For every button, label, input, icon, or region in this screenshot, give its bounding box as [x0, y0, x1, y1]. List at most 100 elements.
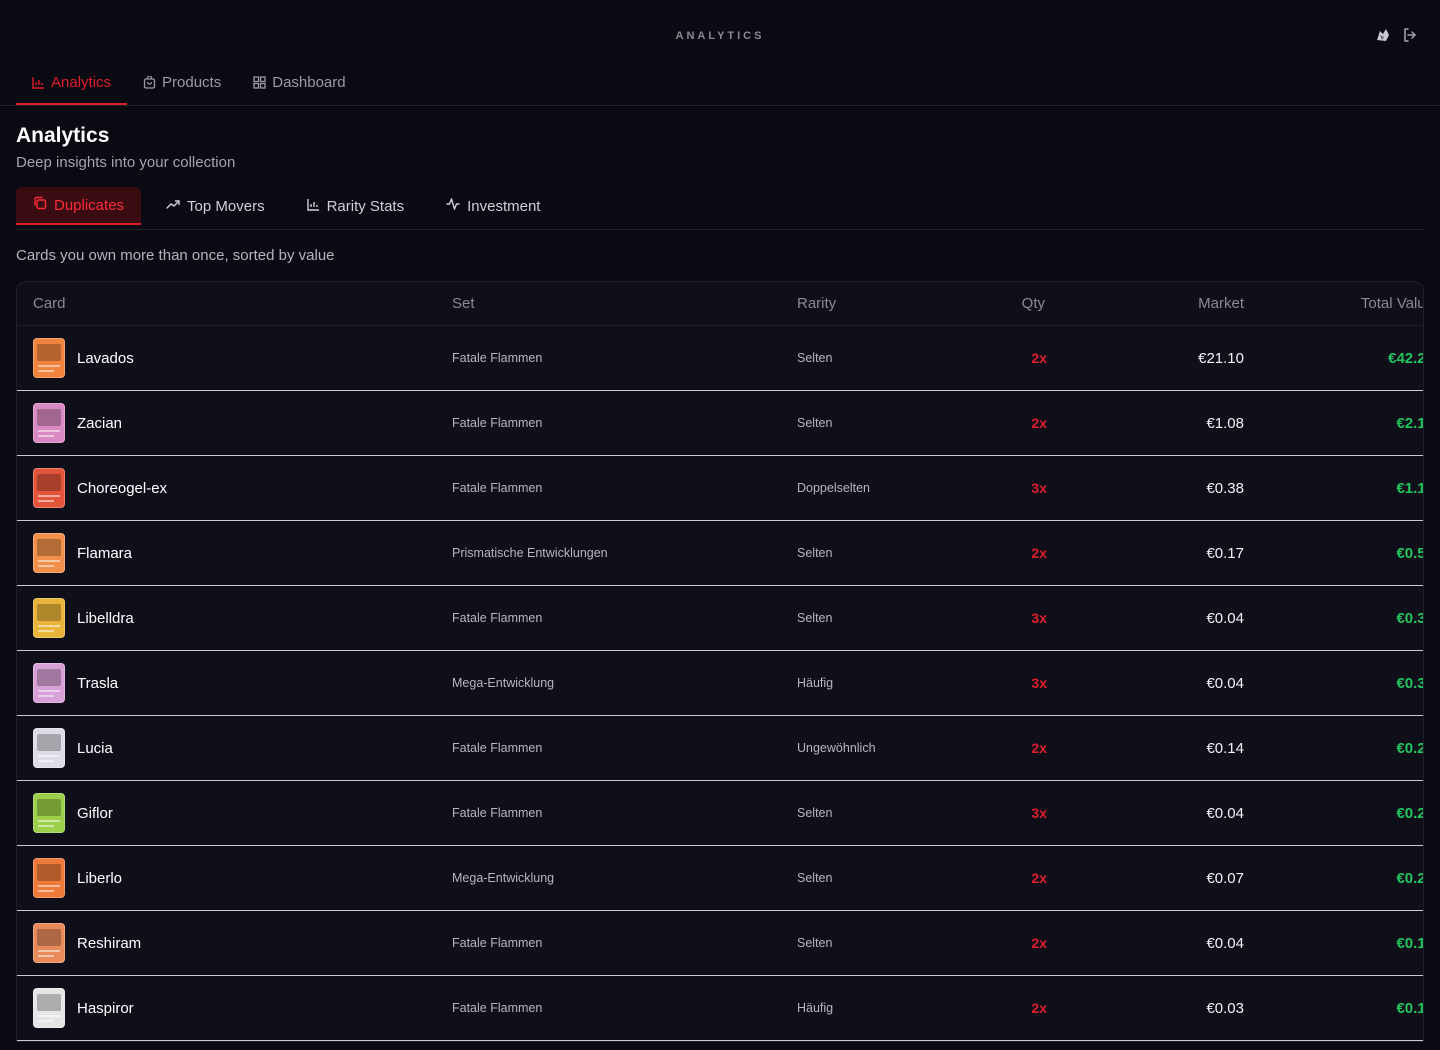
card-rarity: Selten: [797, 416, 833, 430]
table-header: Card Set Rarity Qty Market Total Value: [17, 282, 1423, 326]
card-thumbnail: [33, 858, 65, 898]
subtab-label: Duplicates: [54, 196, 125, 214]
table-row[interactable]: Libelldra Fatale Flammen Selten 3x €0.04 €0.3…: [17, 586, 1423, 651]
card-thumbnail: [33, 988, 65, 1028]
activity-icon: [446, 197, 460, 215]
analytics-subtabs: Duplicates Top Movers Rarity Stats Inves…: [16, 187, 1424, 230]
card-market-price: €0.04: [1206, 934, 1244, 952]
table-row[interactable]: Zacian Fatale Flammen Selten 2x €1.08 €2.16: [17, 391, 1423, 456]
card-thumbnail: [33, 923, 65, 963]
card-market-price: €1.08: [1206, 414, 1244, 432]
card-cell: Flamara: [33, 533, 452, 573]
card-total-value: €1.14: [1396, 479, 1423, 497]
table-row[interactable]: Liberlo Mega-Entwicklung Selten 2x €0.07 €0.2…: [17, 846, 1423, 911]
card-set: Fatale Flammen: [452, 1001, 543, 1015]
card-quantity: 3x: [1031, 480, 1047, 496]
card-cell: Lucia: [33, 728, 452, 768]
card-name: Choreogel-ex: [77, 479, 168, 497]
card-cell: Trasla: [33, 663, 452, 703]
table-body: Lavados Fatale Flammen Selten 2x €21.10 €42.2…: [17, 326, 1423, 1041]
table-row[interactable]: Giflor Fatale Flammen Selten 3x €0.04 €0.27: [17, 781, 1423, 846]
subtab-rarity-stats[interactable]: Rarity Stats: [290, 187, 422, 225]
card-cell: Libelldra: [33, 598, 452, 638]
nav-tab-products[interactable]: Products: [127, 61, 237, 105]
card-market-price: €0.14: [1206, 739, 1244, 757]
card-rarity: Selten: [797, 351, 833, 365]
card-name: Reshiram: [77, 934, 142, 952]
logout-icon[interactable]: [1402, 27, 1418, 43]
card-rarity: Häufig: [797, 1001, 834, 1015]
card-total-value: €0.33: [1396, 609, 1423, 627]
card-set: Fatale Flammen: [452, 351, 543, 365]
card-cell: Giflor: [33, 793, 452, 833]
card-thumbnail: [33, 663, 65, 703]
card-total-value: €42.20: [1388, 349, 1423, 367]
card-name: Haspiror: [77, 999, 134, 1017]
card-thumbnail: [33, 728, 65, 768]
nav-tab-analytics[interactable]: Analytics: [16, 61, 128, 105]
table-row[interactable]: Lucia Fatale Flammen Ungewöhnlich 2x €0.14 €0…: [17, 716, 1423, 781]
card-quantity: 3x: [1031, 675, 1047, 691]
card-thumbnail: [33, 403, 65, 443]
nav-tab-label: Products: [162, 73, 222, 91]
nav-tab-dashboard[interactable]: Dashboard: [237, 61, 361, 105]
table-row[interactable]: Reshiram Fatale Flammen Selten 2x €0.04 €0.18: [17, 911, 1423, 976]
grid-icon: [253, 75, 266, 89]
table-row[interactable]: Trasla Mega-Entwicklung Häufig 3x €0.04 €0.33: [17, 651, 1423, 716]
subtab-investment[interactable]: Investment: [429, 187, 557, 225]
column-header-total-value[interactable]: Total Value: [1244, 295, 1423, 312]
card-quantity: 2x: [1031, 935, 1047, 951]
card-name: Giflor: [77, 804, 113, 822]
column-header-qty[interactable]: Qty: [967, 295, 1077, 312]
table-row[interactable]: Lavados Fatale Flammen Selten 2x €21.10 €42.2…: [17, 326, 1423, 391]
card-name: Libelldra: [77, 609, 134, 627]
card-market-price: €0.17: [1206, 544, 1244, 562]
table-row[interactable]: Flamara Prismatische Entwicklungen Selten 2…: [17, 521, 1423, 586]
duplicates-table: Card Set Rarity Qty Market Total Value L…: [16, 281, 1424, 1042]
card-market-price: €0.38: [1206, 479, 1244, 497]
top-bar: ANALYTICS: [0, 0, 1440, 62]
card-cell: Haspiror: [33, 988, 452, 1028]
card-set: Fatale Flammen: [452, 481, 543, 495]
main-content: Analytics Deep insights into your collec…: [0, 124, 1440, 1042]
copy-icon: [33, 196, 47, 214]
bar-chart-icon: [32, 76, 45, 89]
card-rarity: Doppelselten: [797, 481, 870, 495]
column-header-rarity[interactable]: Rarity: [797, 295, 967, 312]
subtab-duplicates[interactable]: Duplicates: [16, 187, 142, 225]
column-header-set[interactable]: Set: [452, 295, 797, 312]
card-cell: Liberlo: [33, 858, 452, 898]
app-title: ANALYTICS: [675, 30, 765, 42]
card-total-value: €0.24: [1396, 869, 1423, 887]
card-set: Prismatische Entwicklungen: [452, 546, 608, 560]
card-name: Flamara: [77, 544, 133, 562]
card-market-price: €0.07: [1206, 869, 1244, 887]
bar-chart-icon: [306, 198, 320, 215]
table-row[interactable]: Choreogel-ex Fatale Flammen Doppelselten 3x…: [17, 456, 1423, 521]
column-header-market[interactable]: Market: [1077, 295, 1244, 312]
card-name: Liberlo: [77, 869, 123, 887]
card-thumbnail: [33, 598, 65, 638]
card-cell: Choreogel-ex: [33, 468, 452, 508]
card-rarity: Selten: [797, 546, 833, 560]
card-cell: Lavados: [33, 338, 452, 378]
user-avatar-icon[interactable]: [1374, 26, 1392, 44]
card-market-price: €0.04: [1206, 674, 1244, 692]
card-set: Mega-Entwicklung: [452, 676, 555, 690]
card-total-value: €0.18: [1396, 999, 1423, 1017]
card-market-price: €0.04: [1206, 609, 1244, 627]
subtab-top-movers[interactable]: Top Movers: [149, 187, 282, 225]
subtab-label: Top Movers: [187, 197, 265, 215]
card-quantity: 2x: [1031, 545, 1047, 561]
card-name: Zacian: [77, 414, 123, 432]
column-header-card[interactable]: Card: [33, 295, 452, 312]
card-rarity: Häufig: [797, 676, 834, 690]
table-row[interactable]: Haspiror Fatale Flammen Häufig 2x €0.03 €0.18: [17, 976, 1423, 1041]
card-cell: Zacian: [33, 403, 452, 443]
card-set: Fatale Flammen: [452, 611, 543, 625]
card-rarity: Selten: [797, 936, 833, 950]
card-market-price: €0.03: [1206, 999, 1244, 1017]
card-rarity: Selten: [797, 806, 833, 820]
card-thumbnail: [33, 338, 65, 378]
card-name: Trasla: [77, 674, 119, 692]
